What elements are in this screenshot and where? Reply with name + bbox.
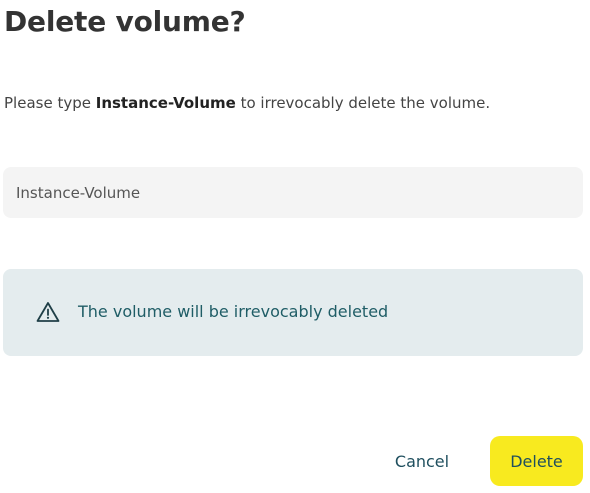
delete-volume-dialog: Delete volume? Please type Instance-Volu… [0, 0, 590, 493]
warning-alert: The volume will be irrevocably deleted [3, 269, 583, 356]
dialog-title: Delete volume? [4, 5, 246, 38]
volume-name: Instance-Volume [95, 94, 236, 112]
description-suffix: to irrevocably delete the volume. [235, 94, 491, 112]
warning-text: The volume will be irrevocably deleted [78, 302, 389, 321]
cancel-button[interactable]: Cancel [380, 436, 464, 486]
delete-button[interactable]: Delete [490, 436, 583, 486]
dialog-description: Please type Instance-Volume to irrevocab… [4, 93, 490, 113]
warning-triangle-icon [36, 301, 60, 323]
confirm-volume-name-input[interactable] [3, 167, 583, 218]
description-prefix: Please type [4, 94, 96, 112]
